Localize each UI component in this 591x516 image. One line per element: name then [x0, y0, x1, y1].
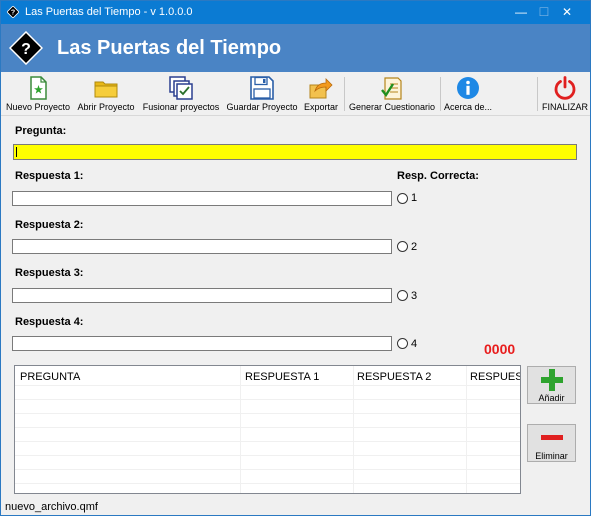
text-caret: [16, 147, 17, 157]
add-button[interactable]: Añadir: [527, 366, 576, 404]
svg-text:?: ?: [21, 41, 31, 58]
answer-4-input[interactable]: [12, 336, 392, 351]
merge-projects-button[interactable]: Fusionar proyectos: [140, 74, 222, 114]
radio-1-label: 1: [411, 192, 418, 204]
about-button[interactable]: Acerca de...: [442, 74, 494, 114]
info-icon: [457, 77, 479, 99]
row-divider: [15, 469, 520, 470]
plus-icon: [541, 369, 563, 391]
toolbar-label: FINALIZAR: [541, 102, 588, 112]
column-header-respuesta-3[interactable]: RESPUES: [470, 371, 520, 383]
correct-radio-2[interactable]: [397, 241, 408, 252]
app-icon: ?: [7, 6, 19, 18]
finish-button[interactable]: FINALIZAR: [541, 74, 589, 114]
toolbar-separator: [344, 77, 345, 111]
toolbar-label: Generar Cuestionario: [348, 102, 436, 112]
questions-table[interactable]: PREGUNTA RESPUESTA 1 RESPUESTA 2 RESPUES: [14, 365, 521, 494]
toolbar-label: Abrir Proyecto: [77, 102, 135, 112]
power-icon: [554, 76, 576, 100]
radio-4-label: 4: [411, 338, 418, 350]
row-divider: [15, 441, 520, 442]
correct-radio-1[interactable]: [397, 193, 408, 204]
question-input[interactable]: [13, 144, 577, 160]
question-counter: 0000: [484, 341, 516, 357]
minus-icon: [541, 435, 563, 440]
question-logo-icon: ?: [9, 31, 43, 65]
row-divider: [15, 385, 520, 386]
row-divider: [15, 399, 520, 400]
row-divider: [15, 455, 520, 456]
answer-2-input[interactable]: [12, 239, 392, 254]
header-banner: ? Las Puertas del Tiempo: [1, 24, 590, 72]
column-header-respuesta-2[interactable]: RESPUESTA 2: [357, 371, 431, 383]
correct-radio-3[interactable]: [397, 290, 408, 301]
radio-3-label: 3: [411, 290, 418, 302]
delete-button[interactable]: Eliminar: [527, 424, 576, 462]
answer-3-label: Respuesta 3:: [15, 267, 84, 279]
new-project-button[interactable]: Nuevo Proyecto: [3, 74, 73, 114]
save-project-button[interactable]: Guardar Proyecto: [225, 74, 299, 114]
toolbar-separator: [440, 77, 441, 111]
svg-text:?: ?: [11, 10, 15, 17]
toolbar-label: Acerca de...: [443, 102, 493, 112]
floppy-disk-icon: [250, 76, 274, 100]
row-divider: [15, 483, 520, 484]
answer-1-input[interactable]: [12, 191, 392, 206]
merge-icon: [169, 76, 193, 100]
toolbar-label: Nuevo Proyecto: [5, 102, 71, 112]
export-button[interactable]: Exportar: [301, 74, 341, 114]
column-header-pregunta[interactable]: PREGUNTA: [20, 371, 80, 383]
correct-radio-4[interactable]: [397, 338, 408, 349]
checklist-icon: [381, 77, 402, 100]
delete-button-label: Eliminar: [535, 451, 568, 461]
toolbar: Nuevo Proyecto Abrir Proyecto Fusionar p…: [1, 72, 590, 116]
question-label: Pregunta:: [15, 125, 67, 137]
answer-4-label: Respuesta 4:: [15, 316, 84, 328]
close-button[interactable]: ✕: [544, 1, 590, 24]
toolbar-separator: [537, 77, 538, 111]
folder-icon: [94, 81, 118, 98]
answer-1-label: Respuesta 1:: [15, 170, 84, 182]
title-bar[interactable]: ? Las Puertas del Tiempo - v 1.0.0.0 — ☐…: [1, 1, 590, 24]
toolbar-label: Guardar Proyecto: [226, 102, 298, 112]
app-window: ? Las Puertas del Tiempo - v 1.0.0.0 — ☐…: [0, 0, 591, 516]
status-filename: nuevo_archivo.qmf: [5, 501, 98, 513]
app-title: Las Puertas del Tiempo: [57, 37, 282, 59]
row-divider: [15, 427, 520, 428]
generate-quiz-button[interactable]: Generar Cuestionario: [347, 74, 437, 114]
add-button-label: Añadir: [538, 393, 565, 403]
radio-2-label: 2: [411, 241, 418, 253]
window-title: Las Puertas del Tiempo - v 1.0.0.0: [25, 6, 193, 18]
toolbar-label: Exportar: [303, 102, 338, 112]
row-divider: [15, 413, 520, 414]
correct-answer-label: Resp. Correcta:: [397, 170, 479, 182]
toolbar-label: Fusionar proyectos: [142, 102, 220, 112]
column-header-respuesta-1[interactable]: RESPUESTA 1: [245, 371, 319, 383]
open-project-button[interactable]: Abrir Proyecto: [75, 74, 137, 114]
answer-2-label: Respuesta 2:: [15, 219, 84, 231]
new-file-icon: [30, 76, 47, 100]
answer-3-input[interactable]: [12, 288, 392, 303]
export-icon: [309, 78, 333, 99]
